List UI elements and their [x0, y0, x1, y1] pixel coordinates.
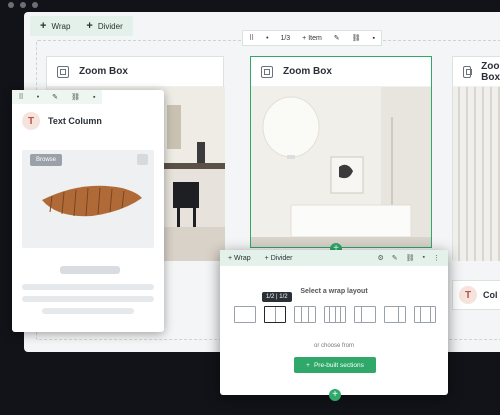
zoom-box-title: Zoom Box [79, 66, 128, 77]
add-wrap-button[interactable]: + Wrap [40, 20, 70, 32]
layout-2-1[interactable] [384, 306, 406, 323]
wrap-label: Wrap [51, 21, 71, 31]
zoom-box-card-active[interactable]: Zoom Box [250, 56, 432, 248]
layout-4col[interactable] [324, 306, 346, 323]
arrow-icon[interactable]: • [266, 35, 268, 42]
image-placeholder[interactable]: Browse [22, 150, 154, 248]
edit-icon[interactable]: ✎ [392, 254, 398, 262]
window-dot [8, 2, 14, 8]
add-divider-button[interactable]: + Divider [265, 255, 293, 262]
item-label: Item [308, 34, 322, 42]
layout-1-2[interactable] [354, 306, 376, 323]
prebuilt-label: Pre-built sections [313, 361, 364, 369]
text-column-header: T Text Column [22, 112, 102, 130]
item-counter: 1/3 [280, 34, 291, 42]
section-toolbar: + Wrap + Divider [30, 16, 133, 36]
bench-photo [42, 185, 142, 217]
text-column-toolbar: ⠿ • ✎ ⛓ ▪ [12, 90, 102, 104]
layout-2col[interactable] [264, 306, 286, 323]
placeholder-bar [22, 284, 154, 290]
builder-canvas: + Wrap + Divider Zoom Box ⠿ • 1/3 + Item… [0, 0, 500, 415]
edit-icon[interactable]: ✎ [334, 34, 340, 42]
move-handle-icon[interactable]: ⠿ [249, 34, 254, 42]
link-icon[interactable]: ⛓ [71, 93, 80, 101]
text-column-title: Text Column [48, 116, 102, 126]
zoom-box-card[interactable]: Zoom Box [452, 56, 500, 261]
window-dot [32, 2, 38, 8]
link-icon[interactable]: ⛓ [406, 254, 415, 262]
woven-photo [453, 87, 500, 261]
text-avatar-icon: T [22, 112, 40, 130]
add-divider-button[interactable]: + Divider [86, 20, 122, 32]
layout-1col[interactable] [234, 306, 256, 323]
layout-3col[interactable] [294, 306, 316, 323]
zoom-box-icon [57, 65, 69, 78]
zoom-box-icon [261, 65, 273, 78]
placeholder-bar [22, 296, 154, 302]
more-icon[interactable]: ⋮ [433, 254, 440, 262]
wrap-panel-actions: ⚙ ✎ ⛓ ▪ ⋮ [377, 254, 440, 262]
text-column-title: Col [483, 290, 498, 300]
add-wrap-button[interactable]: + Wrap [228, 255, 251, 262]
plus-icon: + [40, 20, 47, 32]
divider-label: Divider [97, 21, 123, 31]
zoom-box-header: Zoom Box [251, 57, 431, 87]
plus-icon: + [306, 361, 310, 369]
wrap-layout-panel: + Wrap + Divider ⚙ ✎ ⛓ ▪ ⋮ Select a wrap… [220, 250, 448, 395]
bedroom-photo [251, 87, 431, 247]
plus-icon: + [86, 20, 93, 32]
zoom-box-title: Zoom Box [481, 60, 500, 83]
edit-icon[interactable]: ✎ [52, 93, 58, 101]
placeholder-bar [42, 308, 134, 314]
wrap-layout-title: Select a wrap layout [300, 288, 368, 295]
text-column-card[interactable]: T Col [452, 280, 500, 310]
settings-icon[interactable]: ⚙ [377, 254, 383, 262]
placeholder-bar [60, 266, 120, 274]
delete-icon[interactable]: ▪ [93, 94, 95, 101]
add-item-button[interactable]: + Item [302, 35, 322, 42]
zoom-box-header: Zoom Box [453, 57, 500, 87]
add-section-fab[interactable]: + [329, 389, 341, 401]
link-icon[interactable]: ⛓ [352, 34, 361, 42]
text-column-panel[interactable]: T Text Column Browse [12, 90, 164, 332]
wrap-label: Wrap [234, 254, 251, 262]
layout-1-2-1[interactable] [414, 306, 436, 323]
divider-label: Divider [270, 254, 293, 262]
move-handle-icon[interactable]: ⠿ [19, 93, 24, 101]
delete-icon[interactable]: ▪ [372, 35, 374, 42]
wrap-panel-toolbar: + Wrap + Divider ⚙ ✎ ⛓ ▪ ⋮ [220, 250, 448, 266]
window-dot [20, 2, 26, 8]
arrow-icon[interactable]: • [37, 94, 39, 101]
zoom-box-header: Zoom Box [47, 57, 223, 87]
layout-tooltip: 1/2 | 1/2 [262, 292, 292, 302]
zoom-box-title: Zoom Box [283, 66, 332, 77]
delete-icon[interactable]: ▪ [423, 254, 425, 262]
prebuilt-sections-button[interactable]: + Pre-built sections [294, 357, 376, 373]
layout-options [234, 306, 436, 323]
choose-text: or choose from [313, 343, 355, 349]
text-avatar-icon: T [459, 286, 477, 304]
item-toolbar: ⠿ • 1/3 + Item ✎ ⛓ ▪ [242, 30, 382, 46]
zoom-box-icon [463, 65, 473, 78]
window-dots [8, 2, 38, 8]
